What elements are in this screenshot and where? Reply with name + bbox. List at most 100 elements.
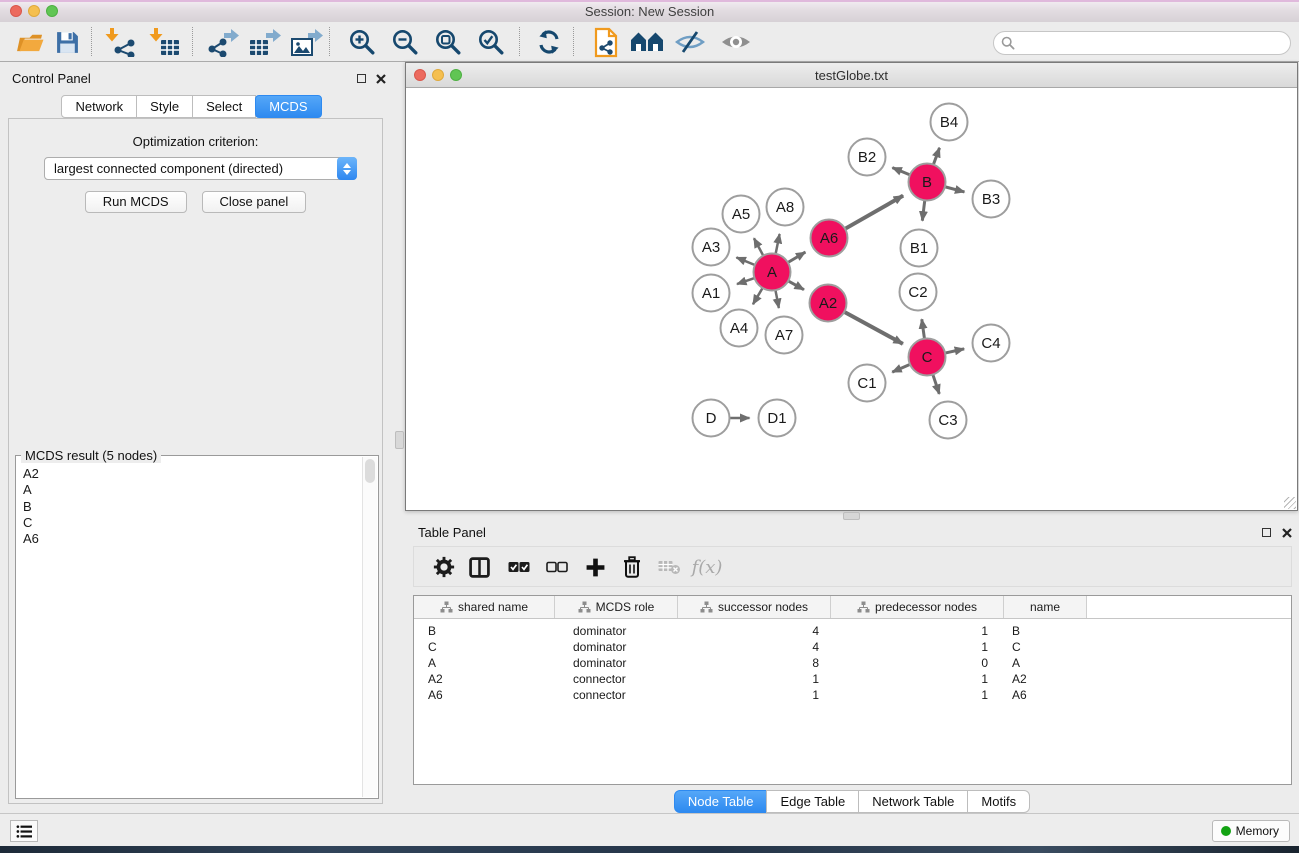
function-builder-button[interactable]: f(x)	[692, 553, 722, 581]
open-session-button[interactable]	[12, 25, 48, 59]
app-title: Session: New Session	[0, 0, 1299, 22]
search-input[interactable]	[993, 31, 1291, 55]
column-header-name[interactable]: name	[1004, 596, 1087, 618]
graph-edge-A-A6[interactable]	[788, 252, 805, 262]
table-body: Bdominator41BCdominator41CAdominator80AA…	[414, 619, 1291, 703]
select-all-button[interactable]	[504, 553, 534, 581]
tab-node-table[interactable]: Node Table	[674, 790, 768, 813]
zoom-in-button[interactable]	[344, 25, 380, 59]
task-history-button[interactable]	[10, 820, 38, 842]
column-header-successor-nodes[interactable]: successor nodes	[678, 596, 831, 618]
graph-node-label-D: D	[706, 410, 717, 427]
cell-shared-name: B	[414, 623, 555, 639]
graph-edge-A-A7[interactable]	[775, 290, 778, 308]
graph-edge-B-B4[interactable]	[933, 148, 939, 165]
cell-predecessor-nodes: 1	[831, 623, 1004, 639]
cell-predecessor-nodes: 1	[831, 671, 1004, 687]
toolbar-separator	[192, 27, 193, 56]
graph-edge-B-B2[interactable]	[892, 168, 910, 175]
table-row[interactable]: Adominator80A	[414, 655, 1291, 671]
deselect-all-button[interactable]	[542, 553, 572, 581]
column-type-icon	[857, 601, 870, 613]
export-image-button[interactable]	[288, 25, 324, 59]
delete-table-button[interactable]	[654, 553, 684, 581]
table-row[interactable]: A6connector11A6	[414, 687, 1291, 703]
optimization-criterion-select[interactable]: largest connected component (directed)	[44, 157, 357, 180]
float-panel-button[interactable]	[355, 72, 368, 85]
mcds-result-item[interactable]: C	[23, 515, 361, 531]
toolbar-separator	[91, 27, 92, 56]
network-window-titlebar[interactable]: testGlobe.txt	[406, 63, 1297, 88]
graph-edge-B-B1[interactable]	[922, 200, 924, 220]
graph-edge-A-A4[interactable]	[753, 288, 763, 304]
table-row[interactable]: A2connector11A2	[414, 671, 1291, 687]
graph-edge-A-A8[interactable]	[776, 234, 780, 254]
apply-layout-button[interactable]	[531, 25, 567, 59]
zoom-out-button[interactable]	[387, 25, 423, 59]
scrollbar-thumb[interactable]	[365, 459, 375, 483]
column-header-predecessor-nodes[interactable]: predecessor nodes	[831, 596, 1004, 618]
graph-node-label-A4: A4	[730, 320, 748, 337]
tab-select[interactable]: Select	[192, 95, 256, 118]
table-row[interactable]: Cdominator41C	[414, 639, 1291, 655]
graph-edge-A-A2[interactable]	[788, 281, 804, 290]
tab-network[interactable]: Network	[61, 95, 137, 118]
import-network-icon	[105, 27, 137, 57]
graph-edge-A2-C[interactable]	[844, 312, 903, 344]
graph-edge-C-C4[interactable]	[945, 349, 964, 353]
tab-style[interactable]: Style	[136, 95, 193, 118]
tab-motifs[interactable]: Motifs	[967, 790, 1030, 813]
export-table-button[interactable]	[246, 25, 282, 59]
mcds-result-item[interactable]: B	[23, 499, 361, 515]
show-hide-graphics-button[interactable]	[672, 25, 708, 59]
run-mcds-button[interactable]: Run MCDS	[85, 191, 187, 213]
column-header-label: successor nodes	[718, 600, 808, 614]
delete-columns-button[interactable]	[617, 553, 647, 581]
network-graph: B4B2BB3A8A5A6A3B1AC2A1A2A4A7C4CC1C3DD1	[406, 88, 1297, 510]
show-columns-button[interactable]	[464, 553, 494, 581]
cell-successor-nodes: 4	[678, 639, 831, 655]
window-resize-grip[interactable]	[1284, 497, 1296, 509]
create-column-button[interactable]	[580, 553, 610, 581]
graph-edge-A-A1[interactable]	[737, 278, 755, 284]
close-panel-button[interactable]	[374, 72, 387, 85]
graph-edge-C-C2[interactable]	[922, 319, 925, 338]
network-from-selection-button[interactable]	[588, 25, 624, 59]
result-scrollbar[interactable]	[362, 457, 377, 797]
graph-edge-C-C1[interactable]	[892, 364, 910, 372]
mcds-result-item[interactable]: A6	[23, 531, 361, 547]
tab-edge-table[interactable]: Edge Table	[766, 790, 859, 813]
zoom-selected-button[interactable]	[473, 25, 509, 59]
close-table-panel-button[interactable]	[1280, 526, 1293, 539]
table-toolbar: f(x)	[413, 546, 1292, 587]
graph-edge-A6-B[interactable]	[845, 196, 903, 229]
show-hide-panel-button[interactable]	[718, 25, 754, 59]
zoom-fit-button[interactable]	[430, 25, 466, 59]
network-canvas[interactable]: B4B2BB3A8A5A6A3B1AC2A1A2A4A7C4CC1C3DD1	[406, 88, 1297, 510]
mcds-result-list: A2ABCA6	[18, 466, 361, 796]
float-table-panel-button[interactable]	[1260, 526, 1273, 539]
column-header-shared-name[interactable]: shared name	[414, 596, 555, 618]
import-network-button[interactable]	[103, 25, 139, 59]
tab-network-table[interactable]: Network Table	[858, 790, 968, 813]
memory-button[interactable]: Memory	[1212, 820, 1290, 842]
tab-mcds[interactable]: MCDS	[255, 95, 321, 118]
graph-edge-A-A5[interactable]	[754, 238, 763, 255]
table-row[interactable]: Bdominator41B	[414, 623, 1291, 639]
graph-edge-A-A3[interactable]	[736, 257, 754, 265]
vertical-split-handle[interactable]	[395, 431, 404, 449]
graph-node-label-B: B	[922, 174, 932, 191]
app-titlebar: Session: New Session	[0, 0, 1299, 23]
first-neighbors-button[interactable]	[629, 25, 665, 59]
import-table-button[interactable]	[147, 25, 183, 59]
mcds-result-item[interactable]: A	[23, 482, 361, 498]
graph-edge-C-C3[interactable]	[933, 375, 939, 394]
save-session-button[interactable]	[49, 25, 85, 59]
export-network-button[interactable]	[204, 25, 240, 59]
column-header-mcds-role[interactable]: MCDS role	[555, 596, 678, 618]
close-mcds-panel-button[interactable]: Close panel	[202, 191, 307, 213]
cell-mcds-role: dominator	[555, 655, 678, 671]
column-settings-button[interactable]	[429, 553, 459, 581]
graph-edge-B-B3[interactable]	[945, 187, 965, 192]
mcds-result-item[interactable]: A2	[23, 466, 361, 482]
